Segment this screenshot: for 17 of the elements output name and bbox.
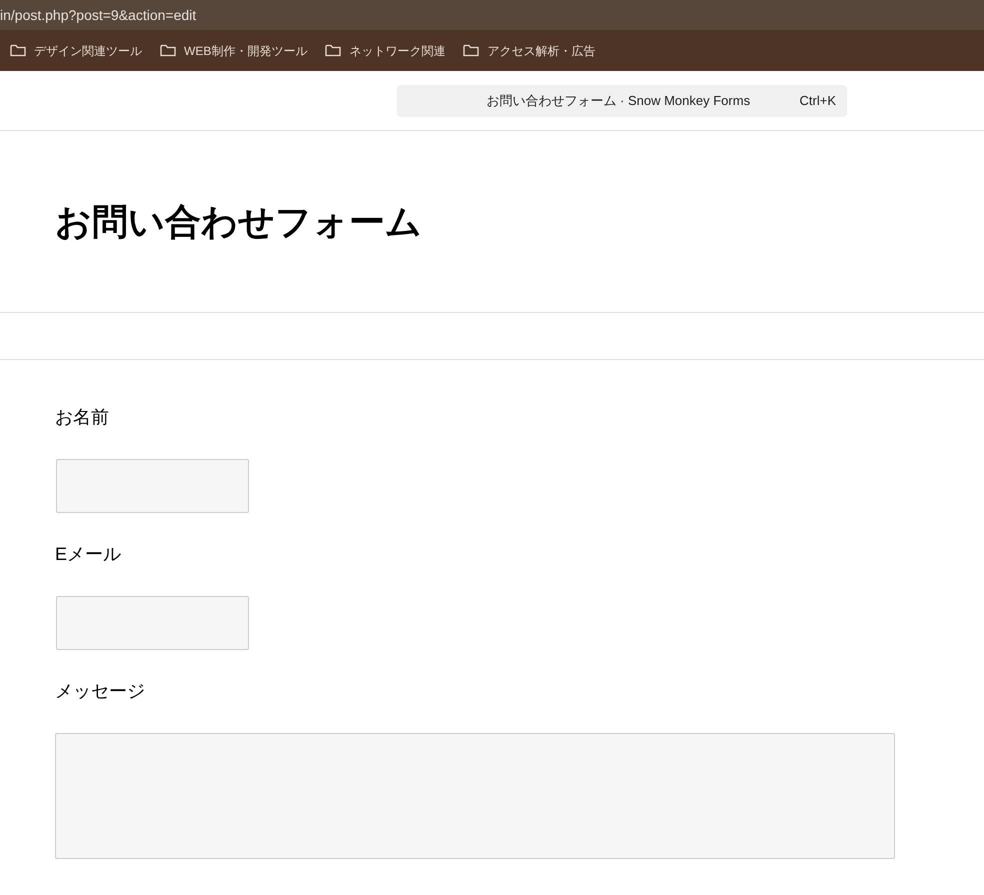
input-field[interactable] <box>56 459 249 513</box>
message-textarea[interactable] <box>55 733 895 859</box>
address-url[interactable]: in/post.php?post=9&action=edit <box>0 4 196 26</box>
folder-icon <box>10 44 26 57</box>
field-label: お名前 <box>55 406 109 429</box>
folder-icon <box>463 44 480 57</box>
folder-icon <box>325 44 342 57</box>
post-title[interactable]: お問い合わせフォーム <box>55 194 422 248</box>
bookmark-item[interactable]: アクセス解析・広告 <box>463 42 596 60</box>
folder-icon <box>160 44 176 57</box>
bookmark-item[interactable]: WEB制作・開発ツール <box>160 42 308 60</box>
command-bar[interactable]: お問い合わせフォーム · Snow Monkey Forms Ctrl+K <box>397 85 847 117</box>
bookmark-item[interactable]: ネットワーク関連 <box>325 42 446 60</box>
bookmark-item[interactable]: デザイン関連ツール <box>10 42 142 60</box>
field-label: メッセージ <box>55 680 145 703</box>
field-label: Eメール <box>55 543 122 566</box>
input-field[interactable] <box>56 596 249 650</box>
